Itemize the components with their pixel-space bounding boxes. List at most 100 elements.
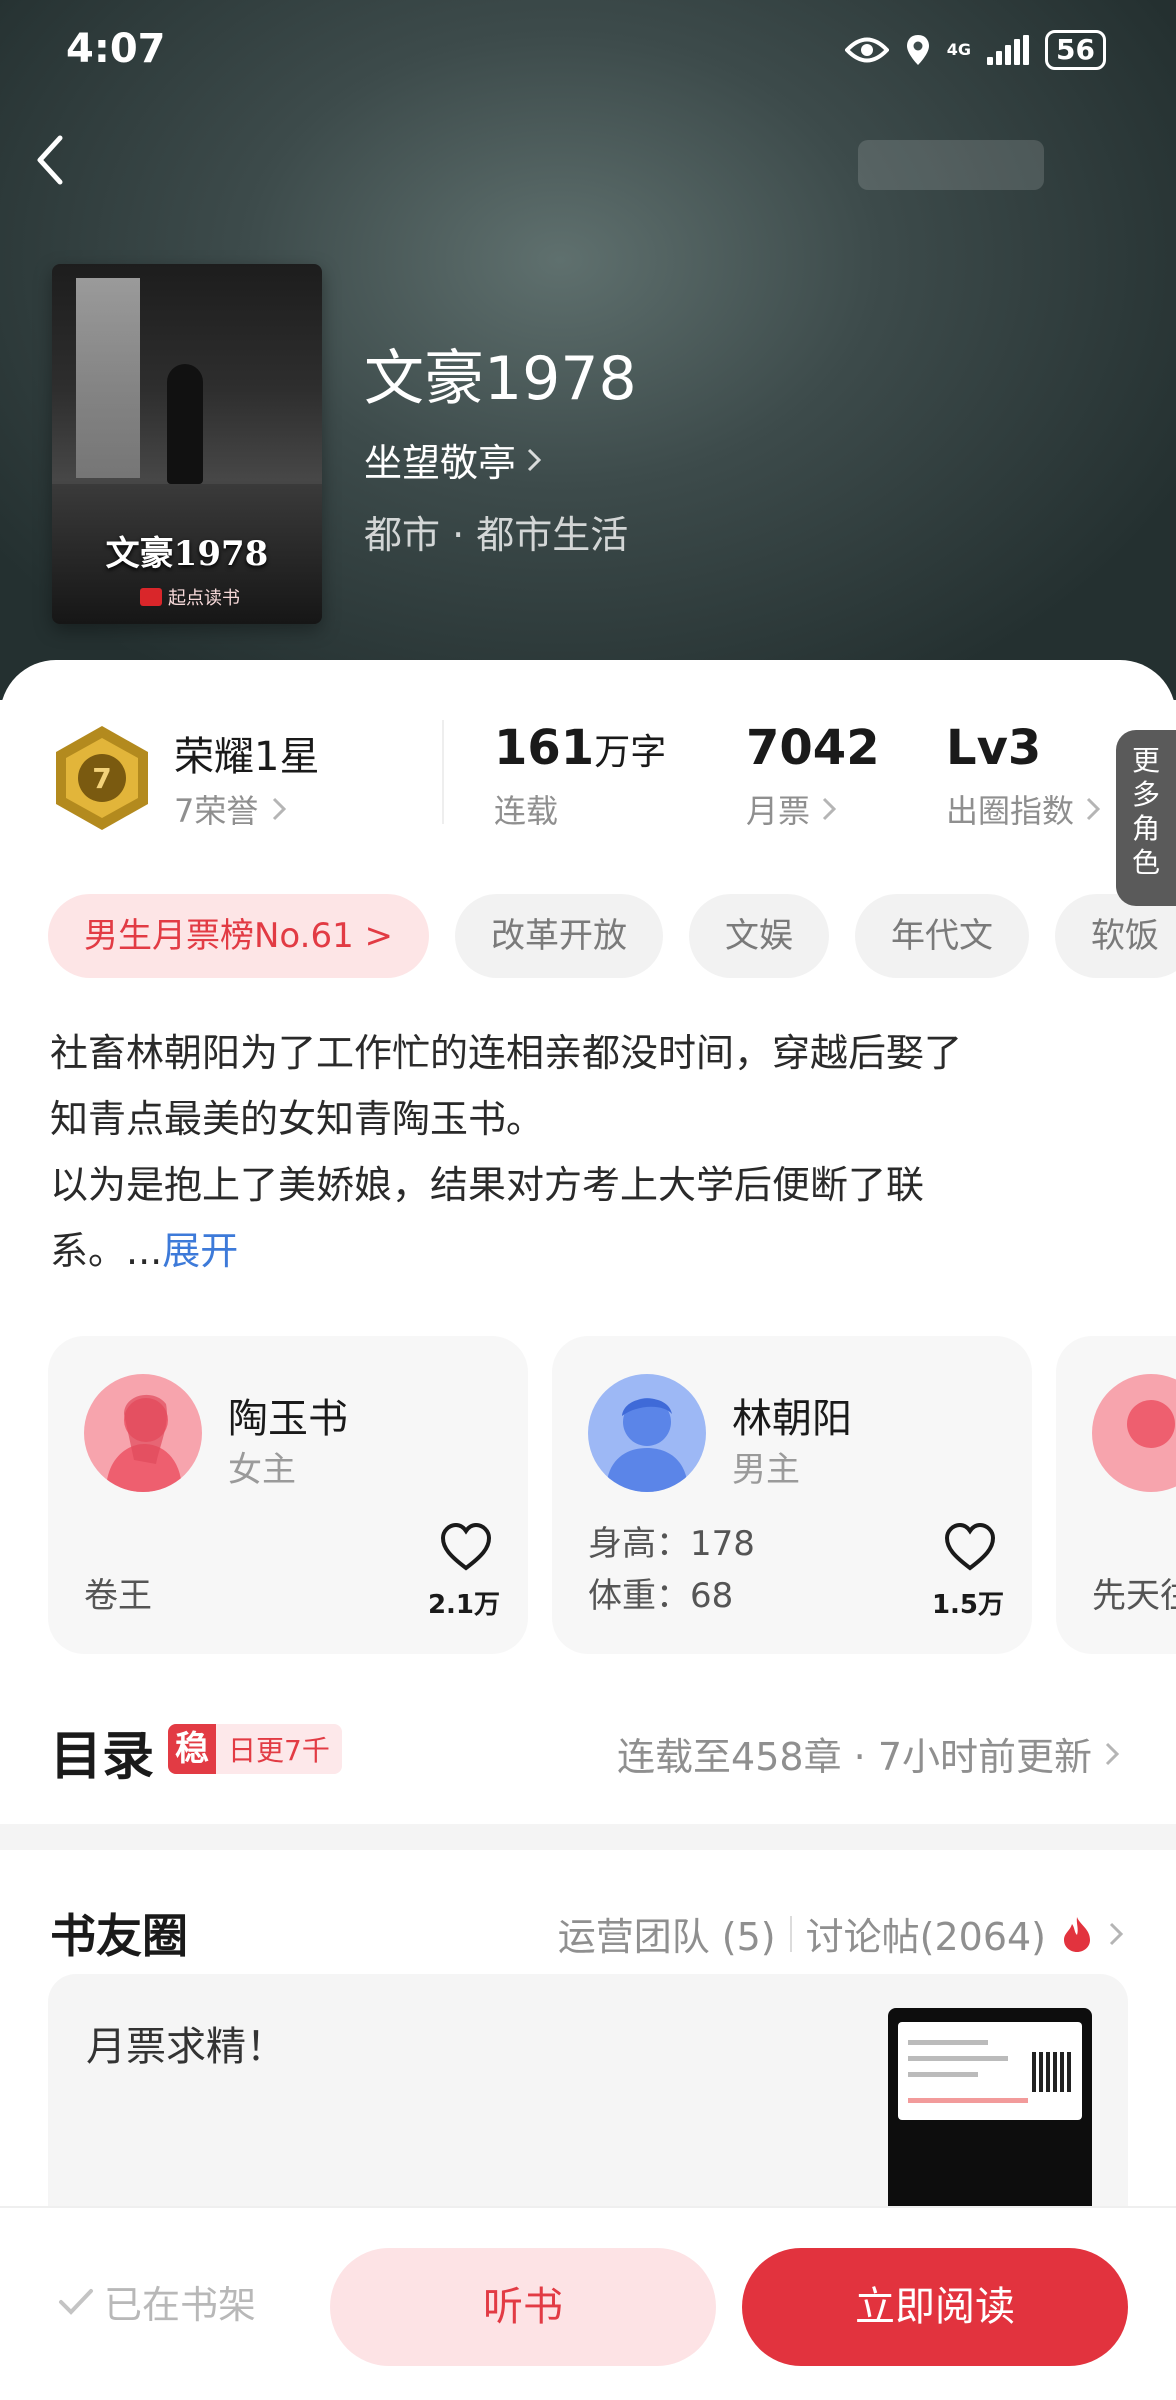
shelf-status[interactable]: 已在书架 (58, 2274, 256, 2329)
ops-team[interactable]: 运营团队 (5) (558, 1906, 776, 1961)
character-weight: 体重：68 (588, 1576, 734, 1616)
location-icon (906, 35, 929, 65)
index-label: 出圈指数 (946, 792, 1075, 830)
status-time: 4:07 (66, 26, 166, 72)
bottom-action-bar: 已在书架 听书 立即阅读 (0, 2206, 1176, 2400)
honor-title[interactable]: 荣耀1星 (174, 724, 319, 782)
post-card[interactable]: 月票求精！ (48, 1974, 1128, 2234)
cover-title: 文豪1978 (105, 534, 269, 574)
eye-icon (844, 37, 889, 63)
character-trait: 先天往 (1092, 1576, 1176, 1616)
index-value: Lv3 (946, 720, 1042, 776)
character-name: 林朝阳 (732, 1396, 852, 1442)
signal-icon (987, 35, 1030, 65)
back-arrow-icon[interactable] (30, 130, 70, 190)
synopsis-line: 社畜林朝阳为了工作忙的连相亲都没时间，穿越后娶了 (50, 1031, 963, 1075)
circle-meta[interactable]: 运营团队 (5) 讨论帖(2064) (558, 1906, 1124, 1961)
book-category[interactable]: 都市 · 都市生活 (364, 504, 628, 559)
tag-item[interactable]: 年代文 (855, 894, 1030, 978)
chevron-right-icon (822, 797, 837, 821)
shelf-label: 已在书架 (104, 2283, 257, 2327)
listen-button[interactable]: 听书 (330, 2248, 716, 2366)
toc-title: 目录 (50, 1727, 155, 1787)
status-icons: 4G 56 (844, 30, 1106, 70)
avatar (1092, 1374, 1176, 1492)
flame-icon (1064, 1916, 1090, 1952)
chevron-right-icon (1105, 1742, 1120, 1765)
section-gap (0, 1824, 1176, 1850)
tag-list: 男生月票榜No.61 > 改革开放 文娱 年代文 软饭 (48, 894, 1176, 978)
tag-item[interactable]: 文娱 (689, 894, 830, 978)
book-title: 文豪1978 (364, 344, 637, 414)
toc-row[interactable]: 目录 稳 日更7千 连载至458章 · 7小时前更新 (0, 1690, 1176, 1800)
book-header: 4:07 4G 56 文豪1978 起点读书 文豪1978 坐望敬亭 都市 · … (0, 0, 1176, 700)
character-card[interactable]: 林朝阳 男主 身高：178 体重：68 1.5万 (552, 1336, 1032, 1654)
heart-icon[interactable] (944, 1522, 996, 1572)
status-bar: 4:07 4G 56 (0, 22, 1176, 82)
divider (789, 1915, 792, 1952)
honor-sub[interactable]: 7荣誉 (174, 786, 287, 832)
tag-item[interactable]: 软饭 (1055, 894, 1176, 978)
stat-words: 161万字 连载 (494, 720, 666, 832)
monthly-votes-value: 7042 (746, 720, 880, 776)
battery-icon: 56 (1045, 30, 1106, 70)
character-role: 女主 (228, 1450, 296, 1490)
synopsis-line: 以为是抱上了美娇娘，结果对方考上大学后便断了联 (50, 1163, 925, 1207)
character-card[interactable]: 陶玉书 女主 卷王 2.1万 (48, 1336, 528, 1654)
stat-monthly-votes[interactable]: 7042 月票 (746, 720, 880, 832)
medal-number: 7 (92, 762, 111, 795)
header-action-pill[interactable] (858, 140, 1044, 190)
chevron-right-icon (1109, 1922, 1124, 1945)
words-value: 161 (494, 720, 595, 776)
like-count: 2.1万 (427, 1590, 501, 1620)
character-trait: 卷王 (84, 1576, 152, 1616)
toc-status-text: 连载至458章 · 7小时前更新 (617, 1735, 1092, 1779)
stats-divider (442, 720, 444, 824)
expand-link[interactable]: 展开 (162, 1229, 238, 1273)
avatar (588, 1374, 706, 1492)
synopsis-line: 知青点最美的女知青陶玉书。 (50, 1097, 545, 1141)
chevron-right-icon (527, 448, 542, 471)
author-name: 坐望敬亭 (364, 441, 517, 485)
synopsis-line: 系。... (50, 1229, 163, 1273)
tag-item[interactable]: 改革开放 (455, 894, 664, 978)
post-text: 月票求精！ (86, 2024, 286, 2070)
honor-count: 7荣誉 (174, 792, 259, 830)
update-badge-text: 日更7千 (228, 1734, 330, 1767)
character-height: 身高：178 (588, 1524, 755, 1564)
chevron-right-icon (1086, 797, 1101, 821)
discussion-count[interactable]: 讨论帖(2064) (806, 1906, 1046, 1961)
words-label: 连载 (494, 792, 559, 830)
cover-brand-text: 起点读书 (168, 588, 240, 609)
ticket-image (898, 2022, 1082, 2120)
words-unit: 万字 (594, 732, 667, 773)
brand-logo-icon (140, 588, 162, 606)
cover-window (76, 278, 140, 478)
author-link[interactable]: 坐望敬亭 (364, 432, 542, 487)
toc-status: 连载至458章 · 7小时前更新 (617, 1726, 1120, 1781)
heart-icon[interactable] (440, 1522, 492, 1572)
avatar (84, 1374, 202, 1492)
character-card[interactable]: 先天往 (1056, 1336, 1176, 1654)
book-cover[interactable]: 文豪1978 起点读书 (52, 264, 322, 624)
character-role: 男主 (732, 1450, 800, 1490)
honor-medal-icon[interactable]: 7 (52, 724, 152, 832)
read-now-button[interactable]: 立即阅读 (742, 2248, 1128, 2366)
network-label: 4G (946, 40, 972, 59)
stable-char: 稳 (168, 1724, 216, 1774)
character-name: 陶玉书 (228, 1396, 348, 1442)
post-thumbnail (888, 2008, 1092, 2234)
stat-index[interactable]: Lv3 出圈指数 (946, 720, 1101, 832)
update-badge: 稳 日更7千 (168, 1724, 342, 1774)
circle-title: 书友圈 (50, 1909, 188, 1963)
synopsis[interactable]: 社畜林朝阳为了工作忙的连相亲都没时间，穿越后娶了 知青点最美的女知青陶玉书。 以… (50, 1020, 1130, 1284)
cover-brand: 起点读书 (140, 584, 240, 610)
chevron-right-icon (273, 797, 287, 821)
like-count: 1.5万 (931, 1590, 1005, 1620)
check-icon (59, 2288, 93, 2315)
more-roles-label: 更多角色 (1131, 744, 1160, 879)
monthly-votes-label: 月票 (746, 792, 811, 830)
more-roles-button[interactable]: 更多角色 (1116, 730, 1176, 906)
tag-rank[interactable]: 男生月票榜No.61 > (48, 894, 430, 978)
cover-figure (167, 364, 203, 484)
